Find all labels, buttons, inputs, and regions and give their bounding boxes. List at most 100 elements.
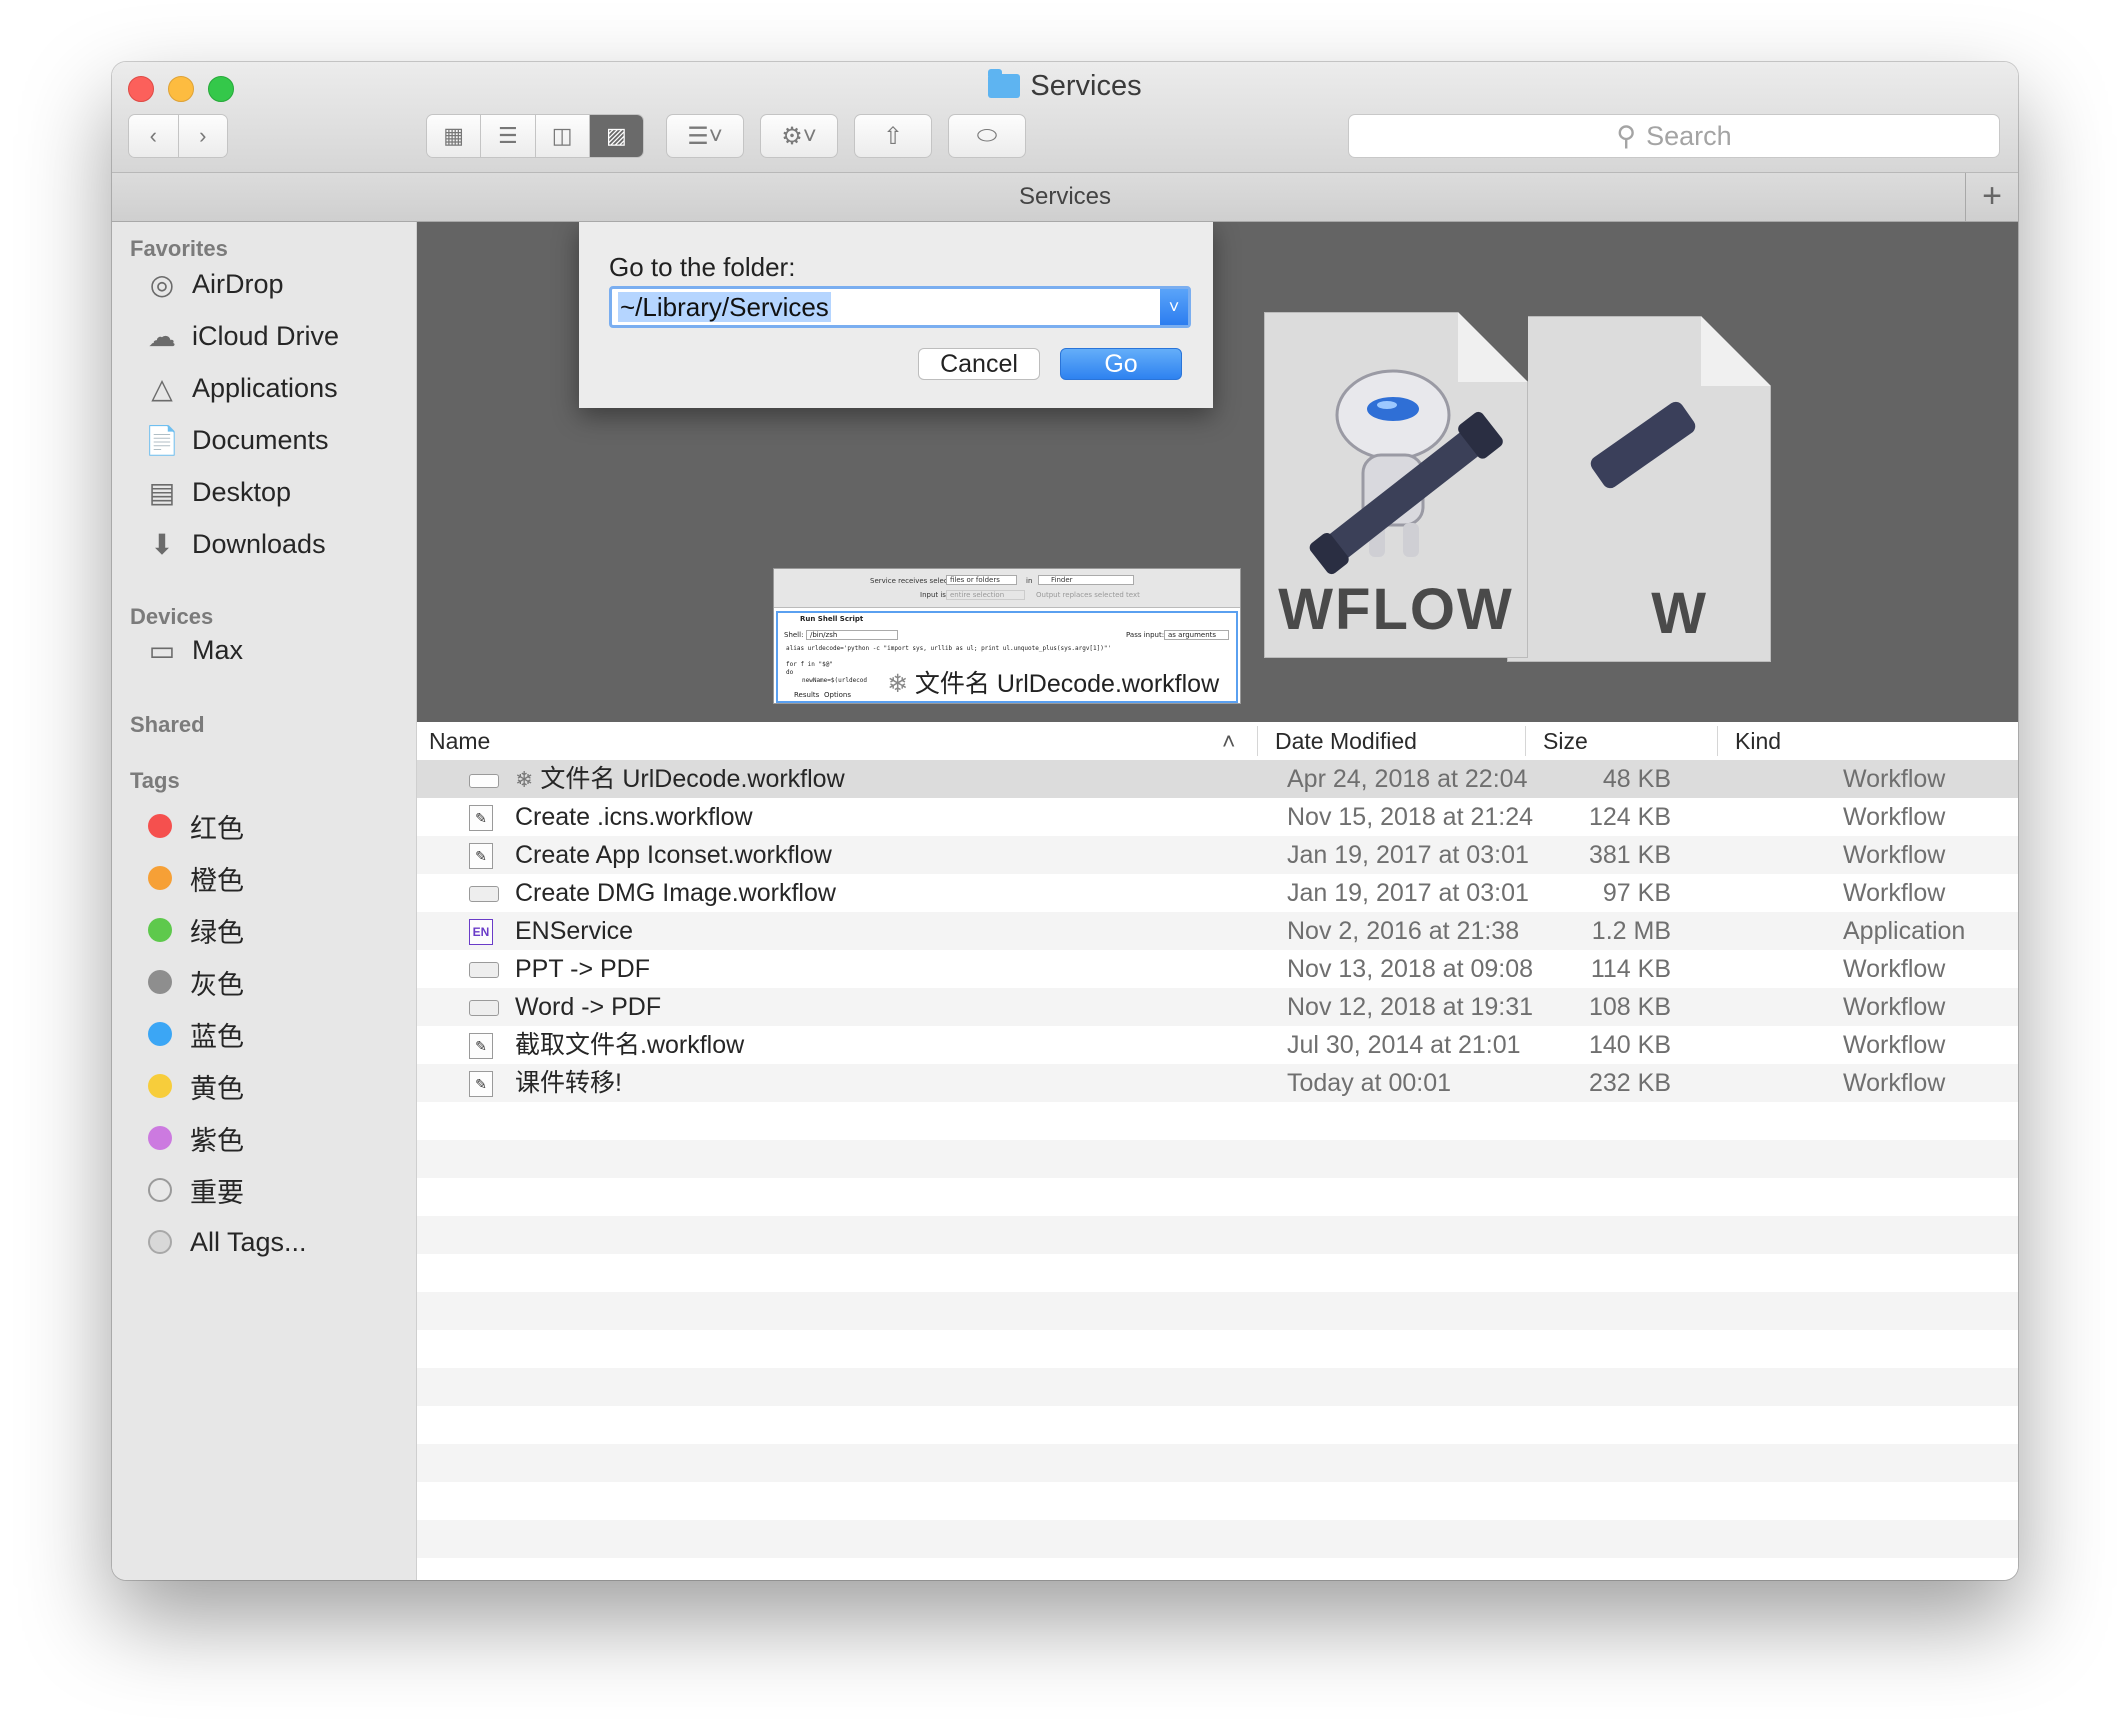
- table-row[interactable]: ✎ 截取文件名.workflow Jul 30, 2014 at 21:01 1…: [417, 1026, 2018, 1064]
- sidebar-tag-important[interactable]: 重要: [144, 1170, 244, 1210]
- search-placeholder: Search: [1646, 120, 1732, 151]
- title-bar: Services ‹ › ▦ ☰ ◫ ▨ ☰˅ ⚙˅ ⇧ ⬭ ⚲ Search: [112, 62, 2018, 173]
- table-row[interactable]: PPT -> PDF Nov 13, 2018 at 09:08 114 KB …: [417, 950, 2018, 988]
- thumb-input-value: entire selection: [946, 590, 1026, 600]
- icon-view-icon[interactable]: ▦: [427, 115, 482, 157]
- empty-row-stripe: [417, 1292, 2018, 1330]
- file-date: Apr 24, 2018 at 22:04: [1287, 765, 1528, 793]
- thumb-in-label: in: [1026, 577, 1033, 585]
- chevron-down-icon[interactable]: ˅: [1160, 289, 1188, 325]
- list-view-icon[interactable]: ☰: [481, 115, 536, 157]
- thumb-tab-options: Options: [824, 691, 852, 699]
- laptop-icon: ▭: [148, 634, 176, 666]
- file-kind: Workflow: [1843, 765, 1946, 793]
- thumb-shell-label: Shell:: [784, 631, 804, 639]
- sort-ascending-icon: ˄: [1222, 728, 1236, 754]
- robot-icon-back: [1587, 398, 1699, 492]
- file-name: ❄ 文件名 UrlDecode.workflow: [515, 760, 845, 799]
- new-tab-button[interactable]: +: [1965, 173, 2018, 221]
- documents-icon: 📄: [144, 424, 180, 456]
- file-kind: Application: [1843, 917, 1966, 945]
- cover-flow-icon[interactable]: ▨: [589, 115, 643, 157]
- sidebar-tag-gray[interactable]: 灰色: [144, 962, 244, 1002]
- tag-color-dot: [148, 1022, 172, 1046]
- sidebar-tag-red[interactable]: 红色: [144, 806, 244, 846]
- applications-icon: △: [151, 372, 173, 404]
- search-field[interactable]: ⚲ Search: [1348, 114, 2000, 158]
- workflow-file-icon: [469, 886, 499, 902]
- desktop-icon: ▤: [148, 476, 176, 508]
- sidebar-item-max[interactable]: ▭ Max: [144, 630, 243, 670]
- empty-row-stripe: [417, 1444, 2018, 1482]
- thumb-action-title: Run Shell Script: [800, 615, 864, 623]
- sidebar-item-label: 灰色: [190, 969, 244, 1000]
- window-title-text: Services: [1030, 70, 1142, 102]
- sidebar-tags-header: Tags: [130, 768, 180, 793]
- table-row[interactable]: ✎ Create .icns.workflow Nov 15, 2018 at …: [417, 798, 2018, 836]
- cancel-button[interactable]: Cancel: [918, 348, 1040, 380]
- page-fold: [1701, 316, 1771, 386]
- thumb-in-value: Finder: [1038, 575, 1134, 585]
- sidebar-tag-purple[interactable]: 紫色: [144, 1118, 244, 1158]
- column-header-size[interactable]: Size: [1543, 728, 1588, 755]
- thumb-input-is-label: Input is: [920, 591, 946, 599]
- column-divider: [1717, 726, 1718, 756]
- sidebar-tag-orange[interactable]: 橙色: [144, 858, 244, 898]
- window-title: Services: [112, 69, 2018, 103]
- tag-button[interactable]: ⬭: [948, 114, 1026, 158]
- file-date: Jan 19, 2017 at 03:01: [1287, 879, 1529, 907]
- app-icon: EN: [469, 919, 493, 945]
- file-size: 114 KB: [1590, 955, 1671, 983]
- folder-path-input[interactable]: ~/Library/Services ˅: [609, 286, 1191, 328]
- folder-icon: [988, 69, 1021, 98]
- sidebar-item-icloud-drive[interactable]: ☁ iCloud Drive: [144, 316, 339, 356]
- file-date: Today at 00:01: [1287, 1069, 1452, 1097]
- sidebar-all-tags[interactable]: All Tags...: [144, 1222, 307, 1262]
- sidebar-tag-yellow[interactable]: 黄色: [144, 1066, 244, 1106]
- file-kind: Workflow: [1843, 803, 1946, 831]
- arrange-icon: ☰˅: [687, 122, 723, 150]
- arrange-button[interactable]: ☰˅: [666, 114, 744, 158]
- sidebar-item-label: 红色: [190, 813, 244, 844]
- table-row[interactable]: ❄ 文件名 UrlDecode.workflow Apr 24, 2018 at…: [417, 760, 2018, 798]
- sidebar-favorites-header: Favorites: [130, 236, 228, 261]
- column-header-kind[interactable]: Kind: [1735, 728, 1781, 755]
- column-divider: [1257, 726, 1258, 756]
- share-button[interactable]: ⇧: [854, 114, 932, 158]
- back-forward-control: ‹ ›: [128, 114, 228, 158]
- workflow-file-icon: ✎: [469, 1071, 493, 1097]
- sidebar-item-documents[interactable]: 📄 Documents: [144, 420, 329, 460]
- tag-color-dot: [148, 1126, 172, 1150]
- sidebar-tag-blue[interactable]: 蓝色: [144, 1014, 244, 1054]
- file-list: Name ˄ Date Modified Size Kind ❄ 文件名 Url…: [417, 722, 2018, 1580]
- thumb-receives-value: files or folders: [946, 575, 1017, 585]
- chevron-left-icon[interactable]: ‹: [129, 115, 179, 157]
- table-row[interactable]: ✎ 课件转移! Today at 00:01 232 KB Workflow: [417, 1064, 2018, 1102]
- table-row[interactable]: Word -> PDF Nov 12, 2018 at 19:31 108 KB…: [417, 988, 2018, 1026]
- table-row[interactable]: Create DMG Image.workflow Jan 19, 2017 a…: [417, 874, 2018, 912]
- go-button[interactable]: Go: [1060, 348, 1182, 380]
- table-row[interactable]: ✎ Create App Iconset.workflow Jan 19, 20…: [417, 836, 2018, 874]
- file-size: 48 KB: [1602, 765, 1671, 793]
- workflow-file-icon: [469, 1000, 499, 1016]
- workflow-document-icon[interactable]: WFLOW: [1264, 312, 1528, 658]
- all-tags-icon: [148, 1230, 172, 1254]
- column-view-icon[interactable]: ◫: [535, 115, 590, 157]
- thumb-pass-label: Pass input:: [1126, 631, 1165, 639]
- table-row[interactable]: EN ENService Nov 2, 2016 at 21:38 1.2 MB…: [417, 912, 2018, 950]
- sidebar-item-applications[interactable]: △ Applications: [144, 368, 337, 408]
- gear-icon: ⚙˅: [781, 122, 817, 150]
- column-header-name[interactable]: Name: [429, 728, 490, 755]
- workflow-doc-label: WFLOW: [1278, 577, 1514, 642]
- thumb-service-bar: Service receives selected files or folde…: [774, 569, 1240, 608]
- sidebar-item-desktop[interactable]: ▤ Desktop: [144, 472, 291, 512]
- action-button[interactable]: ⚙˅: [760, 114, 838, 158]
- sidebar-item-airdrop[interactable]: ◎ AirDrop: [144, 264, 284, 304]
- sidebar-tag-green[interactable]: 绿色: [144, 910, 244, 950]
- file-date: Jan 19, 2017 at 03:01: [1287, 841, 1529, 869]
- chevron-right-icon[interactable]: ›: [178, 115, 227, 157]
- workflow-file-icon: ✎: [469, 843, 493, 869]
- sidebar-shared-header: Shared: [130, 712, 205, 737]
- column-header-date[interactable]: Date Modified: [1275, 728, 1417, 755]
- sidebar-item-downloads[interactable]: ⬇ Downloads: [144, 524, 325, 564]
